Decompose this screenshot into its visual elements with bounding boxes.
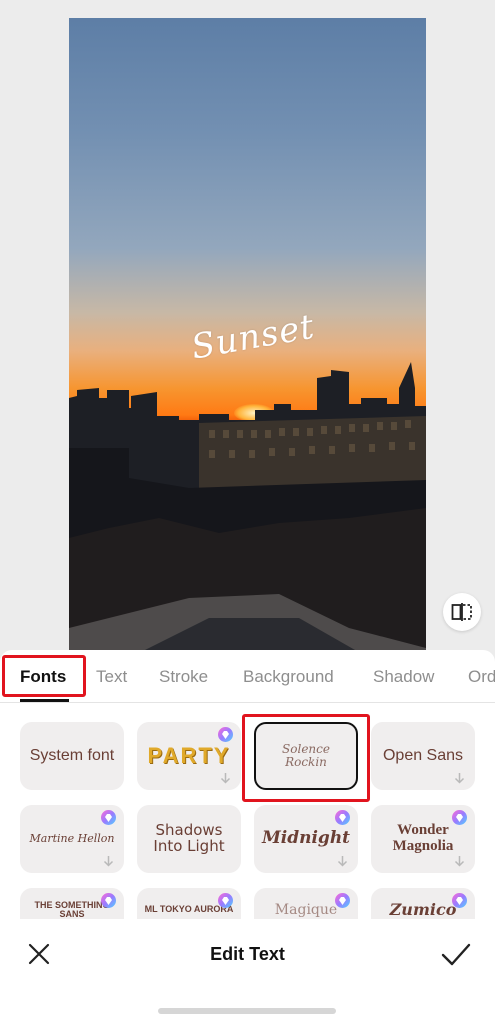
download-icon	[454, 773, 465, 784]
tab-bar: Fonts Text Stroke Background Shadow Ord	[0, 650, 495, 703]
font-card-wonder-magnolia[interactable]: Wonder Magnolia	[371, 805, 475, 873]
premium-gem-icon	[452, 810, 467, 825]
tab-order[interactable]: Ord	[468, 667, 495, 687]
font-label: System font	[29, 746, 115, 764]
compare-icon	[451, 603, 472, 621]
premium-gem-icon	[452, 893, 467, 908]
font-label: Wonder Magnolia	[392, 822, 454, 854]
compare-button[interactable]	[443, 593, 481, 631]
font-card-party[interactable]: PARTY	[137, 722, 241, 790]
font-label: Shadows Into Light	[153, 821, 225, 855]
font-label: Midnight	[261, 828, 351, 849]
font-card-shadows-into-light[interactable]: Shadows Into Light	[137, 805, 241, 873]
footer-title: Edit Text	[210, 944, 285, 964]
premium-gem-icon	[101, 893, 116, 908]
download-icon	[337, 856, 348, 867]
tab-stroke[interactable]: Stroke	[159, 667, 208, 687]
font-card-martine-hellon[interactable]: Martine Hellon	[20, 805, 124, 873]
font-card-midnight[interactable]: Midnight	[254, 805, 358, 873]
font-label: PARTY	[147, 743, 231, 769]
premium-gem-icon	[218, 727, 233, 742]
download-icon	[454, 856, 465, 867]
font-card-ml-tokyo-aurora[interactable]: ML TOKYO AURORA	[137, 888, 241, 919]
font-label: Martine Hellon	[29, 832, 115, 846]
check-icon[interactable]	[440, 942, 472, 968]
premium-gem-icon	[101, 810, 116, 825]
font-label: Magique	[274, 901, 338, 918]
font-label: Open Sans	[382, 746, 464, 764]
footer-bar: Edit Text	[0, 922, 495, 1024]
font-label: Zumico	[389, 899, 457, 919]
active-tab-indicator	[20, 699, 69, 702]
font-card-system[interactable]: System font	[20, 722, 124, 790]
photo-preview[interactable]: Sunset	[69, 18, 426, 658]
selected-font-highlight-box	[242, 714, 370, 802]
font-card-magique[interactable]: Magique	[254, 888, 358, 919]
tab-background[interactable]: Background	[243, 667, 334, 687]
tab-highlight-box	[2, 655, 86, 697]
premium-gem-icon	[218, 893, 233, 908]
premium-gem-icon	[335, 810, 350, 825]
premium-gem-icon	[335, 893, 350, 908]
home-indicator	[158, 1008, 336, 1014]
tab-text[interactable]: Text	[96, 667, 127, 687]
font-card-zumico[interactable]: Zumico	[371, 888, 475, 919]
download-icon	[220, 773, 231, 784]
download-icon	[103, 856, 114, 867]
font-card-open-sans[interactable]: Open Sans	[371, 722, 475, 790]
tab-shadow[interactable]: Shadow	[373, 667, 434, 687]
font-card-the-something-sans[interactable]: THE SOMETHING SANS	[20, 888, 124, 919]
